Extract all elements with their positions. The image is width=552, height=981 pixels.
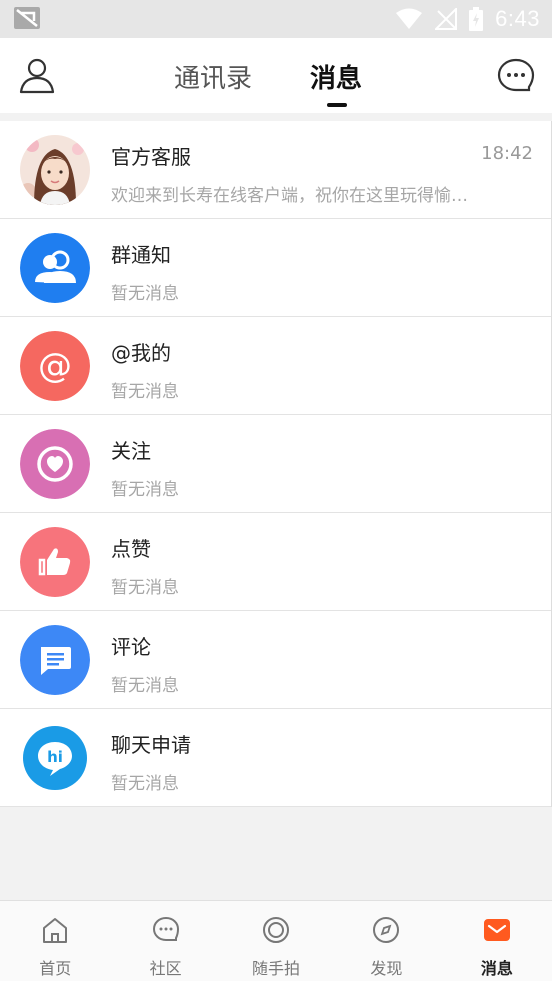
battery-charging-icon: [469, 7, 484, 31]
list-item-title: 点赞: [111, 537, 151, 561]
hi-chat-icon: hi: [20, 723, 90, 793]
list-item-preview: 暂无消息: [111, 480, 179, 500]
nav-label: 消息: [480, 959, 513, 978]
active-tab-indicator: [327, 103, 347, 107]
svg-text:hi: hi: [47, 748, 63, 766]
nav-label: 随手拍: [252, 959, 301, 978]
app-notification-icon: [14, 7, 40, 29]
camera-icon: [263, 917, 290, 943]
list-item-follow[interactable]: 关注 暂无消息: [0, 415, 551, 513]
list-item-group-notice[interactable]: 群通知 暂无消息: [0, 219, 551, 317]
list-item-title: 聊天申请: [111, 733, 191, 757]
svg-text:@: @: [38, 346, 72, 386]
wifi-icon: [396, 8, 423, 29]
nav-item-community[interactable]: 社区: [110, 901, 220, 981]
nav-item-messages[interactable]: 消息: [442, 901, 552, 981]
list-item-mentions[interactable]: @ @我的 暂无消息: [0, 317, 551, 415]
tab-messages[interactable]: 消息: [310, 58, 362, 95]
heart-icon: [20, 429, 90, 499]
list-item-comments[interactable]: 评论 暂无消息: [0, 611, 551, 709]
message-list: 官方客服 18:42 欢迎来到长寿在线客户端，祝你在这里玩得愉… 群通知 暂无消…: [0, 121, 552, 807]
chat-bubble-icon[interactable]: [496, 56, 536, 96]
list-item-title: 群通知: [111, 243, 171, 267]
list-item-title: 官方客服: [111, 145, 191, 169]
list-item-official-service[interactable]: 官方客服 18:42 欢迎来到长寿在线客户端，祝你在这里玩得愉…: [0, 121, 551, 219]
status-time: 6:43: [495, 6, 540, 31]
list-item-chat-request[interactable]: hi 聊天申请 暂无消息: [0, 709, 551, 807]
list-item-likes[interactable]: 点赞 暂无消息: [0, 513, 551, 611]
list-item-preview: 暂无消息: [111, 284, 179, 304]
header: 通讯录 消息: [0, 38, 552, 113]
list-item-preview: 欢迎来到长寿在线客户端，祝你在这里玩得愉…: [111, 186, 468, 206]
list-item-preview: 暂无消息: [111, 676, 179, 696]
list-item-preview: 暂无消息: [111, 578, 179, 598]
community-icon: [152, 916, 179, 941]
at-icon: @: [20, 331, 90, 401]
bottom-navigation: 首页 社区 随手拍 发现 消息: [0, 900, 552, 981]
profile-icon[interactable]: [18, 56, 56, 94]
nav-item-camera[interactable]: 随手拍: [221, 901, 331, 981]
home-icon: [43, 918, 68, 943]
list-item-title: @我的: [111, 341, 171, 365]
nav-label: 首页: [39, 959, 72, 978]
no-signal-icon: [435, 8, 458, 30]
mail-icon: [483, 919, 510, 941]
list-item-preview: 暂无消息: [111, 382, 179, 402]
nav-label: 发现: [370, 959, 403, 978]
list-item-title: 关注: [111, 439, 151, 463]
nav-label: 社区: [149, 959, 182, 978]
comment-icon: [20, 625, 90, 695]
list-item-title: 评论: [111, 635, 151, 659]
nav-item-discover[interactable]: 发现: [331, 901, 441, 981]
list-item-preview: 暂无消息: [111, 774, 179, 794]
thumbs-up-icon: [20, 527, 90, 597]
group-icon: [20, 233, 90, 303]
list-item-time: 18:42: [481, 143, 533, 164]
customer-service-avatar: [20, 135, 90, 205]
nav-item-home[interactable]: 首页: [0, 901, 110, 981]
status-bar: 6:43: [0, 0, 552, 38]
tab-contacts[interactable]: 通讯录: [174, 58, 252, 95]
compass-icon: [373, 917, 400, 943]
